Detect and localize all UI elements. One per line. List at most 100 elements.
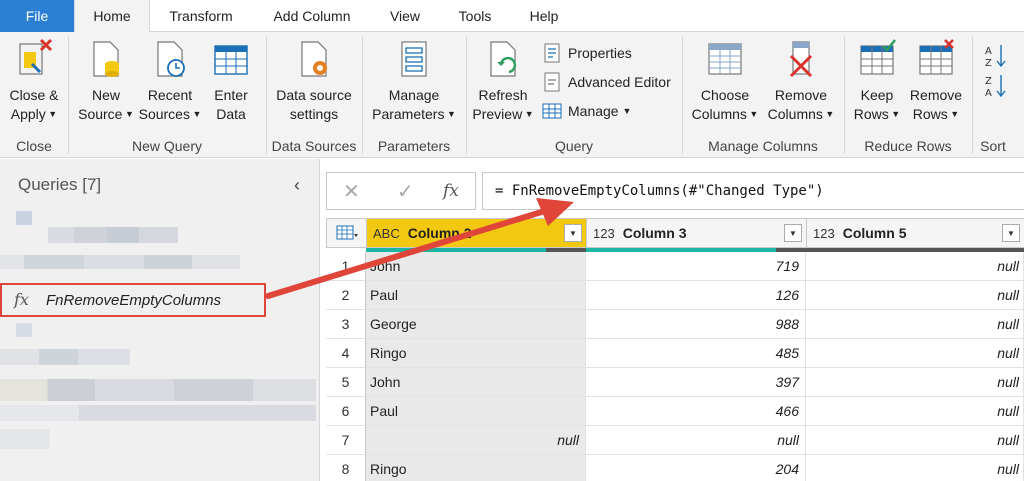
cell-column-3[interactable]: 988 [586, 310, 806, 339]
cell-column-2[interactable]: Ringo [366, 455, 586, 481]
query-item-fn-remove-empty-columns[interactable]: fx FnRemoveEmptyColumns [0, 283, 266, 317]
row-number[interactable]: 3 [326, 310, 366, 339]
table-row[interactable]: 8 Ringo 204 null [326, 455, 1024, 481]
tab-view[interactable]: View [372, 0, 438, 32]
column-header-column-2[interactable]: ABC Column 2 ▼ [366, 218, 587, 248]
cell-column-2[interactable]: Ringo [366, 339, 586, 368]
column-header-column-5[interactable]: 123 Column 5 ▼ [806, 218, 1024, 248]
formula-bar: ✕ ✓ fx = FnRemoveEmptyColumns(#"Changed … [326, 172, 1024, 210]
advanced-editor-icon [544, 72, 560, 92]
refresh-icon [490, 41, 517, 77]
cell-column-2[interactable]: George [366, 310, 586, 339]
table-icon [336, 225, 358, 240]
cell-column-5[interactable]: null [806, 310, 1024, 339]
cell-column-3[interactable]: 719 [586, 252, 806, 281]
row-number[interactable]: 4 [326, 339, 366, 368]
refresh-preview-button[interactable]: Refresh Preview ▼ [470, 38, 536, 124]
row-number[interactable]: 1 [326, 252, 366, 281]
sort-ascending-button[interactable]: A Z [984, 40, 1014, 69]
blurred-query-item[interactable] [0, 429, 50, 449]
formula-input[interactable]: = FnRemoveEmptyColumns(#"Changed Type") [482, 172, 1024, 210]
column-header-column-3[interactable]: 123 Column 3 ▼ [586, 218, 807, 248]
remove-columns-label: Remove Columns [767, 87, 828, 122]
cell-column-5[interactable]: null [806, 252, 1024, 281]
table-row[interactable]: 2 Paul 126 null [326, 281, 1024, 310]
tab-transform[interactable]: Transform [150, 0, 252, 32]
table-row[interactable]: 7 null null null [326, 426, 1024, 455]
keep-rows-button[interactable]: Keep Rows ▼ [852, 38, 902, 124]
data-source-settings-label: Data source settings [276, 87, 352, 122]
tab-home[interactable]: Home [74, 0, 150, 33]
commit-icon[interactable]: ✓ [397, 179, 414, 204]
blurred-query-item[interactable] [0, 405, 316, 421]
blurred-query-item[interactable] [16, 211, 32, 225]
chevron-down-icon[interactable]: ▼ [1002, 224, 1020, 242]
chevron-down-icon[interactable]: ▼ [784, 224, 802, 242]
recent-sources-icon [157, 41, 185, 77]
row-number[interactable]: 6 [326, 397, 366, 426]
cell-column-5[interactable]: null [806, 339, 1024, 368]
cell-column-3[interactable]: 485 [586, 339, 806, 368]
close-apply-button[interactable]: Close & Apply ▼ [4, 38, 64, 124]
row-number[interactable]: 5 [326, 368, 366, 397]
enter-data-label: Enter Data [214, 87, 248, 122]
table-row[interactable]: 4 Ringo 485 null [326, 339, 1024, 368]
row-number[interactable]: 8 [326, 455, 366, 481]
table-row[interactable]: 1 John 719 null [326, 252, 1024, 281]
sort-ascending-icon: A Z [985, 45, 1006, 69]
cell-column-2[interactable]: Paul [366, 281, 586, 310]
tab-add-column[interactable]: Add Column [252, 0, 372, 32]
blurred-query-item[interactable] [16, 323, 32, 337]
group-label-parameters: Parameters [377, 138, 451, 154]
new-source-button[interactable]: New Source ▼ [76, 38, 136, 124]
table-row[interactable]: 6 Paul 466 null [326, 397, 1024, 426]
choose-columns-button[interactable]: Choose Columns ▼ [690, 38, 760, 124]
sort-descending-icon: Z A [985, 75, 1006, 99]
remove-columns-button[interactable]: Remove Columns ▼ [766, 38, 836, 124]
cell-column-3[interactable]: 466 [586, 397, 806, 426]
cell-column-3[interactable]: 204 [586, 455, 806, 481]
chevron-down-icon[interactable]: ▼ [564, 224, 582, 242]
tab-file[interactable]: File [0, 0, 74, 32]
chevron-left-icon[interactable]: ‹ [294, 175, 300, 196]
cell-column-5[interactable]: null [806, 455, 1024, 481]
cancel-icon[interactable]: ✕ [343, 179, 360, 204]
tab-tools[interactable]: Tools [438, 0, 512, 32]
sort-descending-button[interactable]: Z A [984, 70, 1014, 99]
cell-column-2[interactable]: John [366, 252, 586, 281]
manage-parameters-button[interactable]: Manage Parameters ▼ [368, 38, 460, 124]
data-source-settings-button[interactable]: Data source settings [272, 38, 356, 124]
queries-pane: Queries [7] ‹ fx FnRemoveEmptyColumns [0, 159, 320, 481]
cell-column-5[interactable]: null [806, 368, 1024, 397]
table-menu-button[interactable] [326, 218, 367, 248]
blurred-query-item[interactable] [0, 349, 130, 365]
group-label-reduce-rows: Reduce Rows [864, 138, 952, 154]
cell-column-2[interactable]: John [366, 368, 586, 397]
blurred-query-item[interactable] [48, 227, 178, 243]
remove-rows-button[interactable]: Remove Rows ▼ [906, 38, 966, 124]
queries-title: Queries [7] [18, 175, 102, 194]
blurred-query-item[interactable] [0, 379, 316, 401]
column-header-label: Column 5 [842, 225, 907, 241]
enter-data-button[interactable]: Enter Data [206, 38, 256, 124]
row-number[interactable]: 7 [326, 426, 366, 455]
table-row[interactable]: 3 George 988 null [326, 310, 1024, 339]
number-type-icon: 123 [593, 226, 615, 241]
cell-column-5[interactable]: null [806, 426, 1024, 455]
recent-sources-button[interactable]: Recent Sources ▼ [138, 38, 202, 124]
cell-column-2[interactable]: null [366, 426, 586, 455]
cell-column-2[interactable]: Paul [366, 397, 586, 426]
blurred-query-item[interactable] [0, 255, 240, 269]
table-row[interactable]: 5 John 397 null [326, 368, 1024, 397]
remove-rows-icon [919, 39, 954, 75]
group-label-close: Close [16, 138, 52, 154]
tab-help[interactable]: Help [512, 0, 576, 32]
cell-column-3[interactable]: null [586, 426, 806, 455]
fx-icon[interactable]: fx [443, 181, 459, 201]
refresh-preview-label: Refresh Preview [472, 87, 528, 122]
cell-column-3[interactable]: 397 [586, 368, 806, 397]
cell-column-5[interactable]: null [806, 281, 1024, 310]
cell-column-3[interactable]: 126 [586, 281, 806, 310]
row-number[interactable]: 2 [326, 281, 366, 310]
cell-column-5[interactable]: null [806, 397, 1024, 426]
